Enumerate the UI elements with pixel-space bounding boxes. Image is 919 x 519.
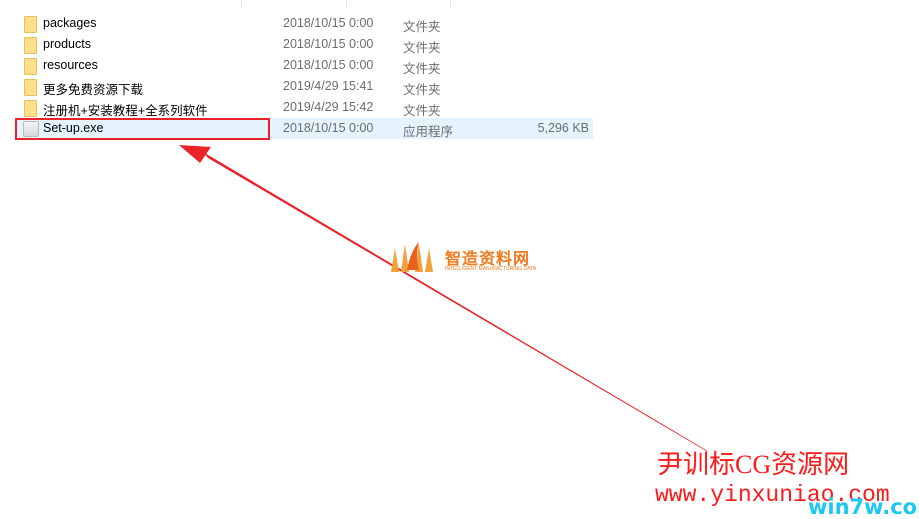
logo-watermark: 智造资料网 INTELLIGENT MANUFACTURING DATA bbox=[389, 240, 536, 279]
arrow-shaft bbox=[203, 152, 708, 452]
corner-watermark: win7w.com bbox=[808, 495, 919, 519]
site-name-watermark: 尹训标CG资源网 bbox=[657, 450, 850, 479]
logo-subtitle: INTELLIGENT MANUFACTURING DATA bbox=[445, 266, 537, 272]
book-logo-icon bbox=[391, 242, 433, 272]
